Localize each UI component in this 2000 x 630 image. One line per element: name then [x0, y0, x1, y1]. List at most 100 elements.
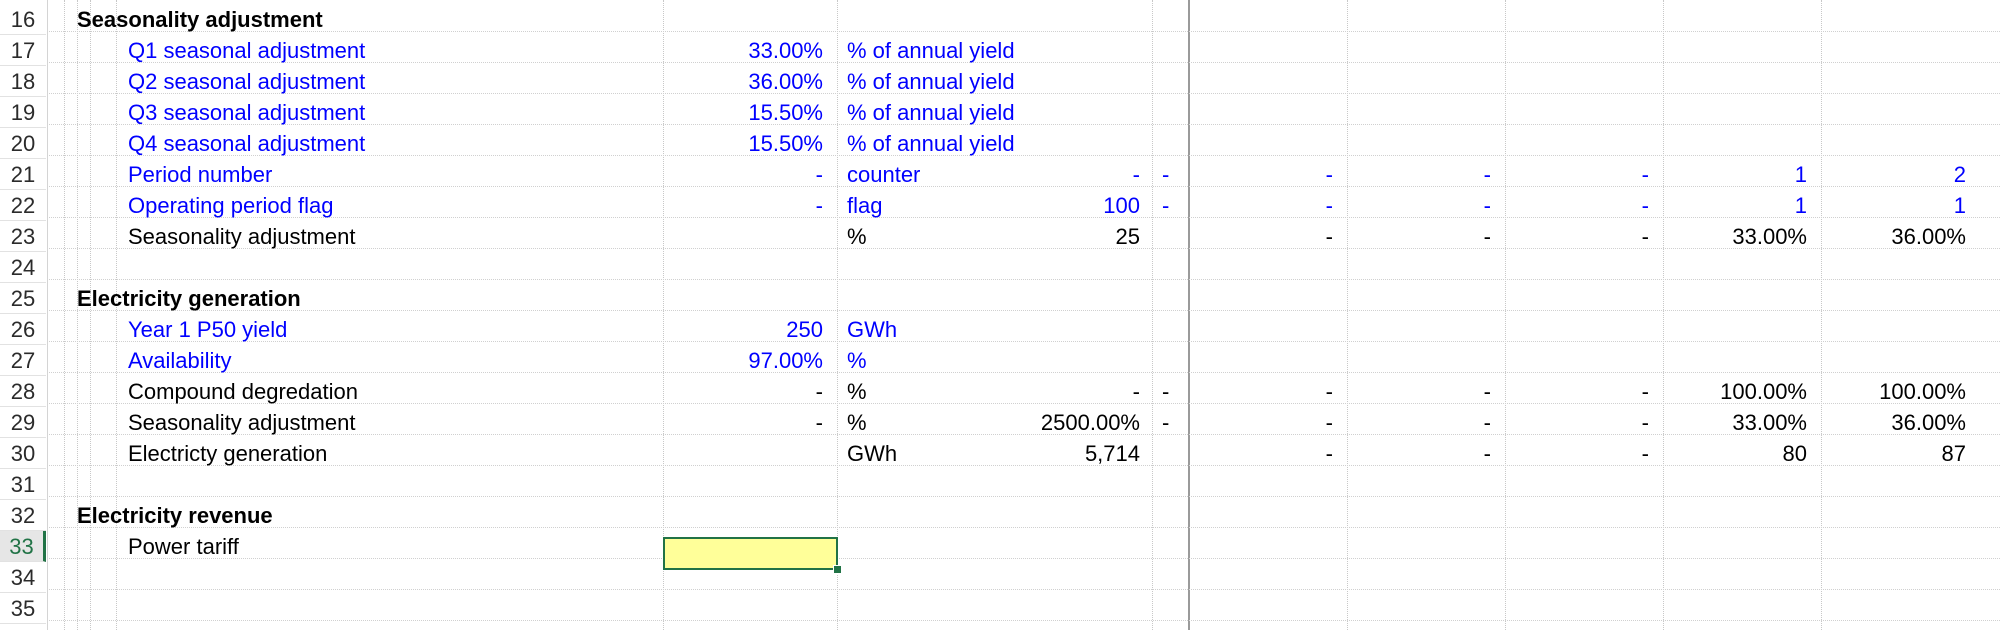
spreadsheet-grid[interactable]: 16 17 18 19 20 21 22 23 24 25 26 27 28 2… — [0, 0, 2000, 630]
row-header[interactable]: 31 — [0, 469, 46, 500]
cell-label[interactable]: Q4 seasonal adjustment — [128, 128, 558, 159]
cell-period[interactable]: 80 — [1676, 438, 1807, 469]
cell-period[interactable]: - — [1518, 407, 1649, 438]
cell-period[interactable]: - — [1200, 376, 1333, 407]
row-header[interactable]: 29 — [0, 407, 46, 438]
cell-period[interactable]: - — [1518, 190, 1649, 221]
cell-unit[interactable]: % of annual yield — [847, 66, 1147, 97]
row-header[interactable]: 25 — [0, 283, 46, 314]
cell-unit[interactable]: counter — [847, 159, 1017, 190]
cell-unit[interactable]: % — [847, 221, 1017, 252]
cell-period[interactable]: 1 — [1834, 190, 1966, 221]
cell-period[interactable]: - — [1200, 159, 1333, 190]
cell-period[interactable]: 100.00% — [1834, 376, 1966, 407]
cell-unit[interactable]: % of annual yield — [847, 128, 1147, 159]
cell-label[interactable]: Period number — [128, 159, 558, 190]
cell-period[interactable]: - — [1360, 221, 1491, 252]
cell-label[interactable]: Availability — [128, 345, 558, 376]
row-header[interactable]: 20 — [0, 128, 46, 159]
cell-period[interactable]: 36.00% — [1834, 221, 1966, 252]
row-header[interactable]: 32 — [0, 500, 46, 531]
cell-value[interactable]: - — [663, 407, 823, 438]
cell-period[interactable]: 33.00% — [1676, 407, 1807, 438]
cell-label[interactable]: Seasonality adjustment — [128, 407, 558, 438]
row-header[interactable]: 17 — [0, 35, 46, 66]
cell-period[interactable]: - — [1360, 159, 1491, 190]
row-header[interactable]: 30 — [0, 438, 46, 469]
cell-total[interactable]: 5,714 — [1030, 438, 1140, 469]
row-header[interactable]: 28 — [0, 376, 46, 407]
cell-period[interactable]: - — [1200, 407, 1333, 438]
cell-unit[interactable]: % — [847, 376, 1017, 407]
cell-period[interactable]: - — [1162, 159, 1182, 190]
cell-period[interactable]: 36.00% — [1834, 407, 1966, 438]
cell-period[interactable]: 87 — [1834, 438, 1966, 469]
row-header[interactable]: 24 — [0, 252, 46, 283]
cell-label[interactable]: Q1 seasonal adjustment — [128, 35, 558, 66]
selected-cell[interactable] — [663, 537, 838, 570]
cell-label[interactable]: Operating period flag — [128, 190, 558, 221]
row-header[interactable]: 18 — [0, 66, 46, 97]
cell-total[interactable]: 2500.00% — [990, 407, 1140, 438]
cell-unit[interactable]: flag — [847, 190, 1017, 221]
row-header[interactable]: 21 — [0, 159, 46, 190]
cell-total[interactable]: 100 — [1030, 190, 1140, 221]
cell-period[interactable]: 2 — [1834, 159, 1966, 190]
cell-period[interactable]: 100.00% — [1676, 376, 1807, 407]
cell-value[interactable]: 250 — [663, 314, 823, 345]
cell-unit[interactable]: GWh — [847, 314, 1017, 345]
row-header[interactable]: 34 — [0, 562, 46, 593]
section-heading-seasonality[interactable]: Seasonality adjustment — [77, 4, 497, 35]
row-header-active[interactable]: 33 — [0, 531, 46, 562]
cell-period[interactable]: - — [1200, 221, 1333, 252]
section-heading-revenue[interactable]: Electricity revenue — [77, 500, 497, 531]
cell-unit[interactable]: % of annual yield — [847, 97, 1147, 128]
cell-period[interactable]: - — [1518, 221, 1649, 252]
cell-period[interactable]: - — [1360, 376, 1491, 407]
cell-period[interactable]: - — [1162, 376, 1182, 407]
cell-period[interactable]: - — [1162, 407, 1182, 438]
cell-value[interactable]: 97.00% — [663, 345, 823, 376]
cell-value[interactable]: 33.00% — [663, 35, 823, 66]
cell-period[interactable]: 33.00% — [1676, 221, 1807, 252]
row-header[interactable]: 23 — [0, 221, 46, 252]
cell-label[interactable]: Q2 seasonal adjustment — [128, 66, 558, 97]
row-header[interactable]: 35 — [0, 593, 46, 624]
cell-period[interactable]: - — [1360, 190, 1491, 221]
cell-label[interactable]: Electricty generation — [128, 438, 558, 469]
cell-label[interactable]: Compound degredation — [128, 376, 558, 407]
cell-unit[interactable]: % of annual yield — [847, 35, 1147, 66]
fill-handle[interactable] — [833, 565, 842, 574]
cell-total[interactable]: - — [1030, 159, 1140, 190]
cell-unit[interactable]: % — [847, 345, 1017, 376]
cell-period[interactable]: - — [1518, 159, 1649, 190]
cell-period[interactable]: - — [1518, 376, 1649, 407]
cell-period[interactable]: - — [1518, 438, 1649, 469]
cell-period[interactable]: - — [1162, 190, 1182, 221]
cell-value[interactable]: 15.50% — [663, 97, 823, 128]
cell-value[interactable]: - — [663, 376, 823, 407]
cell-value[interactable]: 15.50% — [663, 128, 823, 159]
cell-label[interactable]: Seasonality adjustment — [128, 221, 558, 252]
row-header[interactable]: 16 — [0, 4, 46, 35]
row-header[interactable]: 26 — [0, 314, 46, 345]
cell-period[interactable]: - — [1360, 438, 1491, 469]
section-heading-generation[interactable]: Electricity generation — [77, 283, 497, 314]
cell-period[interactable]: - — [1200, 438, 1333, 469]
cell-period[interactable]: - — [1200, 190, 1333, 221]
cell-unit[interactable]: GWh — [847, 438, 1017, 469]
cell-label[interactable]: Q3 seasonal adjustment — [128, 97, 558, 128]
cell-period[interactable]: - — [1360, 407, 1491, 438]
cell-unit[interactable]: % — [847, 407, 997, 438]
cell-total[interactable]: - — [1030, 376, 1140, 407]
cell-total[interactable]: 25 — [1030, 221, 1140, 252]
row-header[interactable]: 19 — [0, 97, 46, 128]
cell-label[interactable]: Power tariff — [128, 531, 558, 562]
cell-period[interactable]: 1 — [1676, 159, 1807, 190]
cell-value[interactable]: - — [663, 159, 823, 190]
row-header[interactable]: 22 — [0, 190, 46, 221]
cell-value[interactable]: - — [663, 190, 823, 221]
cell-label[interactable]: Year 1 P50 yield — [128, 314, 558, 345]
cell-period[interactable]: 1 — [1676, 190, 1807, 221]
cell-value[interactable]: 36.00% — [663, 66, 823, 97]
